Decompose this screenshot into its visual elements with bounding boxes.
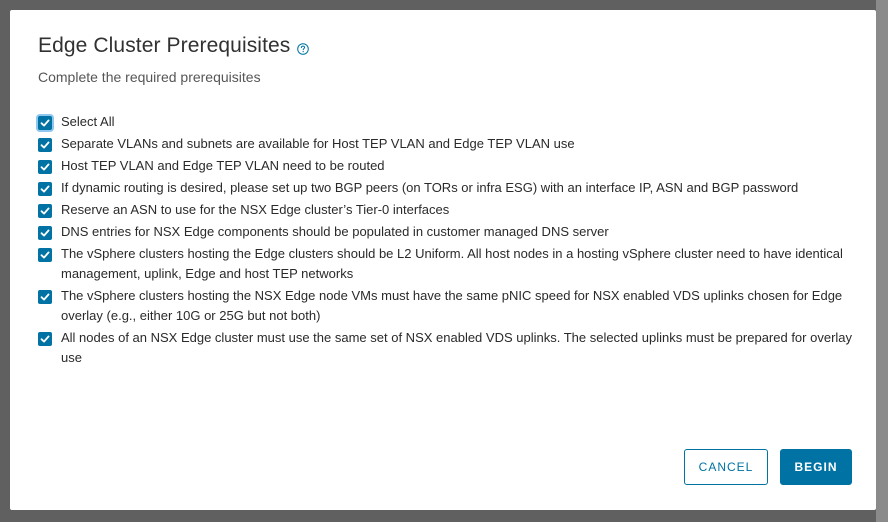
prerequisite-checkbox[interactable] (38, 226, 52, 240)
check-icon (40, 207, 50, 215)
select-all-label: Select All (61, 114, 115, 129)
prerequisite-row[interactable]: If dynamic routing is desired, please se… (38, 180, 868, 198)
prerequisite-checkbox[interactable] (38, 182, 52, 196)
prerequisite-label: If dynamic routing is desired, please se… (61, 180, 799, 195)
select-all-checkbox[interactable] (38, 116, 52, 130)
prerequisite-row[interactable]: All nodes of an NSX Edge cluster must us… (38, 330, 868, 368)
prerequisite-row[interactable]: Reserve an ASN to use for the NSX Edge c… (38, 202, 868, 220)
dialog-title: Edge Cluster Prerequisites (38, 34, 291, 57)
prerequisites-list: Select All Separate VLANs and subnets are… (38, 114, 868, 372)
cancel-button[interactable]: CANCEL (684, 449, 768, 485)
question-circle-icon[interactable] (297, 42, 310, 55)
prerequisite-checkbox[interactable] (38, 204, 52, 218)
prerequisite-label: Reserve an ASN to use for the NSX Edge c… (61, 202, 450, 217)
prerequisite-checkbox[interactable] (38, 160, 52, 174)
check-icon (40, 141, 50, 149)
begin-button[interactable]: BEGIN (780, 449, 852, 485)
dialog-subtitle: Complete the required prerequisites (38, 69, 261, 85)
prerequisite-label: The vSphere clusters hosting the NSX Edg… (61, 288, 843, 323)
prerequisite-checkbox[interactable] (38, 248, 52, 262)
dialog-footer: CANCEL BEGIN (684, 449, 852, 485)
backdrop-edge (876, 0, 888, 522)
prerequisite-label: Separate VLANs and subnets are available… (61, 136, 575, 151)
prerequisite-label: All nodes of an NSX Edge cluster must us… (61, 330, 853, 365)
check-icon (40, 119, 50, 127)
prerequisite-checkbox[interactable] (38, 290, 52, 304)
prerequisite-row[interactable]: The vSphere clusters hosting the NSX Edg… (38, 288, 868, 326)
check-icon (40, 335, 50, 343)
check-icon (40, 293, 50, 301)
prerequisite-row[interactable]: Host TEP VLAN and Edge TEP VLAN need to … (38, 158, 868, 176)
prerequisite-label: Host TEP VLAN and Edge TEP VLAN need to … (61, 158, 385, 173)
check-icon (40, 163, 50, 171)
select-all-row[interactable]: Select All (38, 114, 868, 132)
check-icon (40, 229, 50, 237)
prerequisite-row[interactable]: DNS entries for NSX Edge components shou… (38, 224, 868, 242)
edge-cluster-prerequisites-dialog: Edge Cluster Prerequisites Complete the … (10, 10, 876, 510)
prerequisite-row[interactable]: Separate VLANs and subnets are available… (38, 136, 868, 154)
prerequisite-checkbox[interactable] (38, 332, 52, 346)
check-icon (40, 251, 50, 259)
dialog-header: Edge Cluster Prerequisites (38, 34, 310, 58)
prerequisite-checkbox[interactable] (38, 138, 52, 152)
prerequisite-row[interactable]: The vSphere clusters hosting the Edge cl… (38, 246, 868, 284)
prerequisite-label: The vSphere clusters hosting the Edge cl… (61, 246, 843, 281)
check-icon (40, 185, 50, 193)
prerequisite-label: DNS entries for NSX Edge components shou… (61, 224, 609, 239)
